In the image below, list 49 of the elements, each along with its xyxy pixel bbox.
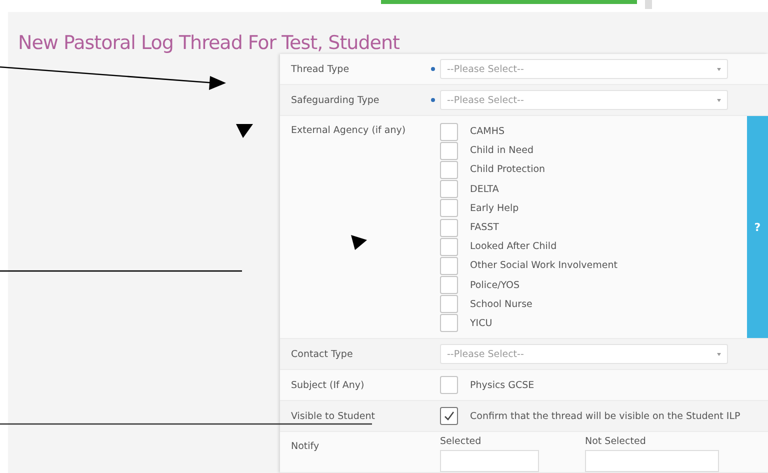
field-label: Thread Type	[290, 64, 350, 74]
option-label: School Nurse	[470, 298, 532, 310]
list-box[interactable]	[440, 450, 539, 472]
option-label: Police/YOS	[470, 280, 520, 291]
option-label: Looked After Child	[470, 241, 557, 252]
field-label: Contact Type	[290, 348, 354, 360]
field-label: Notify	[290, 440, 320, 452]
option-label: CAMHS	[470, 126, 505, 138]
field-label: Safeguarding Type	[290, 94, 380, 106]
option-label: YICU	[470, 318, 492, 329]
checkbox[interactable]	[440, 199, 458, 218]
caret-icon	[717, 98, 721, 102]
checkbox[interactable]	[440, 276, 458, 294]
column-heading: Not Selected	[585, 436, 647, 448]
option-label: Child Protection	[470, 164, 546, 176]
checkbox[interactable]	[440, 218, 458, 237]
option-label: Other Social Work Involvement	[470, 260, 618, 272]
option-label: Child in Need	[470, 145, 534, 156]
caret-icon	[717, 352, 721, 356]
help-tab[interactable]: ?	[747, 116, 768, 338]
field-label: External Agency (if any)	[290, 124, 407, 136]
option-label: Physics GCSE	[470, 380, 534, 391]
checkbox[interactable]	[440, 407, 458, 426]
list-box[interactable]	[585, 450, 719, 472]
checkbox[interactable]	[440, 314, 458, 332]
caret-icon	[717, 68, 721, 70]
field-label: Subject (If Any)	[290, 380, 366, 391]
option-label: FASST	[470, 222, 499, 234]
checkbox[interactable]	[440, 160, 458, 179]
checkbox[interactable]	[440, 376, 458, 394]
field-label: Visible to Student	[290, 410, 376, 422]
checkbox[interactable]	[440, 142, 458, 160]
pointer-icon	[236, 124, 253, 138]
page-title: New Pastoral Log Thread For Test, Student	[17, 31, 400, 54]
select-field[interactable]: --Please Select--	[440, 344, 728, 364]
option-label: Early Help	[470, 202, 519, 214]
scrollbar	[645, 0, 652, 9]
column-heading: Selected	[440, 436, 482, 448]
select-field[interactable]: --Please Select--	[440, 59, 728, 79]
pointer-icon	[351, 235, 367, 250]
checkbox[interactable]	[440, 295, 458, 314]
checkbox[interactable]	[440, 180, 458, 198]
checkbox[interactable]	[440, 122, 458, 141]
option-label: Confirm that the thread will be visible on the Student ILP	[470, 410, 740, 422]
checkbox[interactable]	[440, 238, 458, 256]
checkbox[interactable]	[440, 256, 458, 275]
select-field[interactable]: --Please Select--	[440, 90, 728, 110]
option-label: DELTA	[470, 184, 499, 195]
check-icon	[443, 410, 455, 422]
